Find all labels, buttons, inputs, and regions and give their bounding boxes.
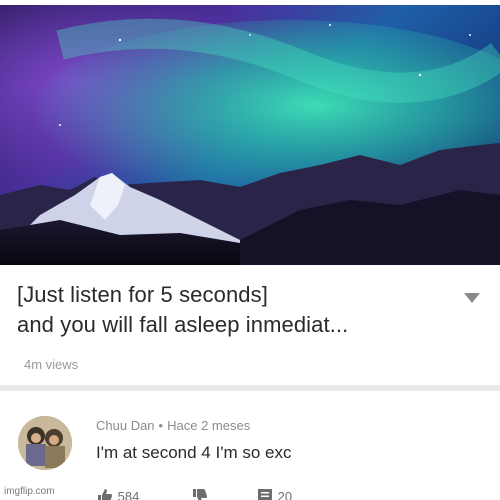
view-count: 4m views	[24, 357, 79, 372]
comment-icon	[258, 489, 272, 500]
dislike-button[interactable]	[191, 487, 209, 500]
comment-meta: Chuu Dan • Hace 2 meses	[96, 418, 250, 433]
chevron-down-icon[interactable]	[464, 293, 480, 303]
comment-time: Hace 2 meses	[167, 418, 251, 433]
avatar[interactable]	[18, 416, 72, 470]
comment-author[interactable]: Chuu Dan	[96, 418, 155, 433]
reply-button[interactable]: 20	[256, 487, 292, 500]
avatar-image	[18, 416, 72, 470]
video-info: [Just listen for 5 seconds] and you will…	[0, 265, 500, 385]
aurora-mountain-image	[0, 5, 500, 265]
watermark: imgflip.com	[4, 486, 55, 497]
thumbs-down-icon	[193, 489, 207, 500]
like-button[interactable]: 584	[96, 487, 139, 500]
comment-item: Chuu Dan • Hace 2 meses I'm at second 4 I'…	[0, 391, 500, 500]
comment-text: I'm at second 4 I'm so exc	[96, 443, 292, 462]
meta-separator: •	[158, 418, 164, 433]
video-title[interactable]: [Just listen for 5 seconds] and you will…	[17, 280, 437, 340]
mobile-video-screen: [Just listen for 5 seconds] and you will…	[0, 0, 500, 500]
like-count: 584	[117, 489, 140, 500]
thumbs-up-icon	[98, 489, 112, 500]
video-thumbnail[interactable]	[0, 5, 500, 265]
reply-count: 20	[277, 489, 293, 500]
